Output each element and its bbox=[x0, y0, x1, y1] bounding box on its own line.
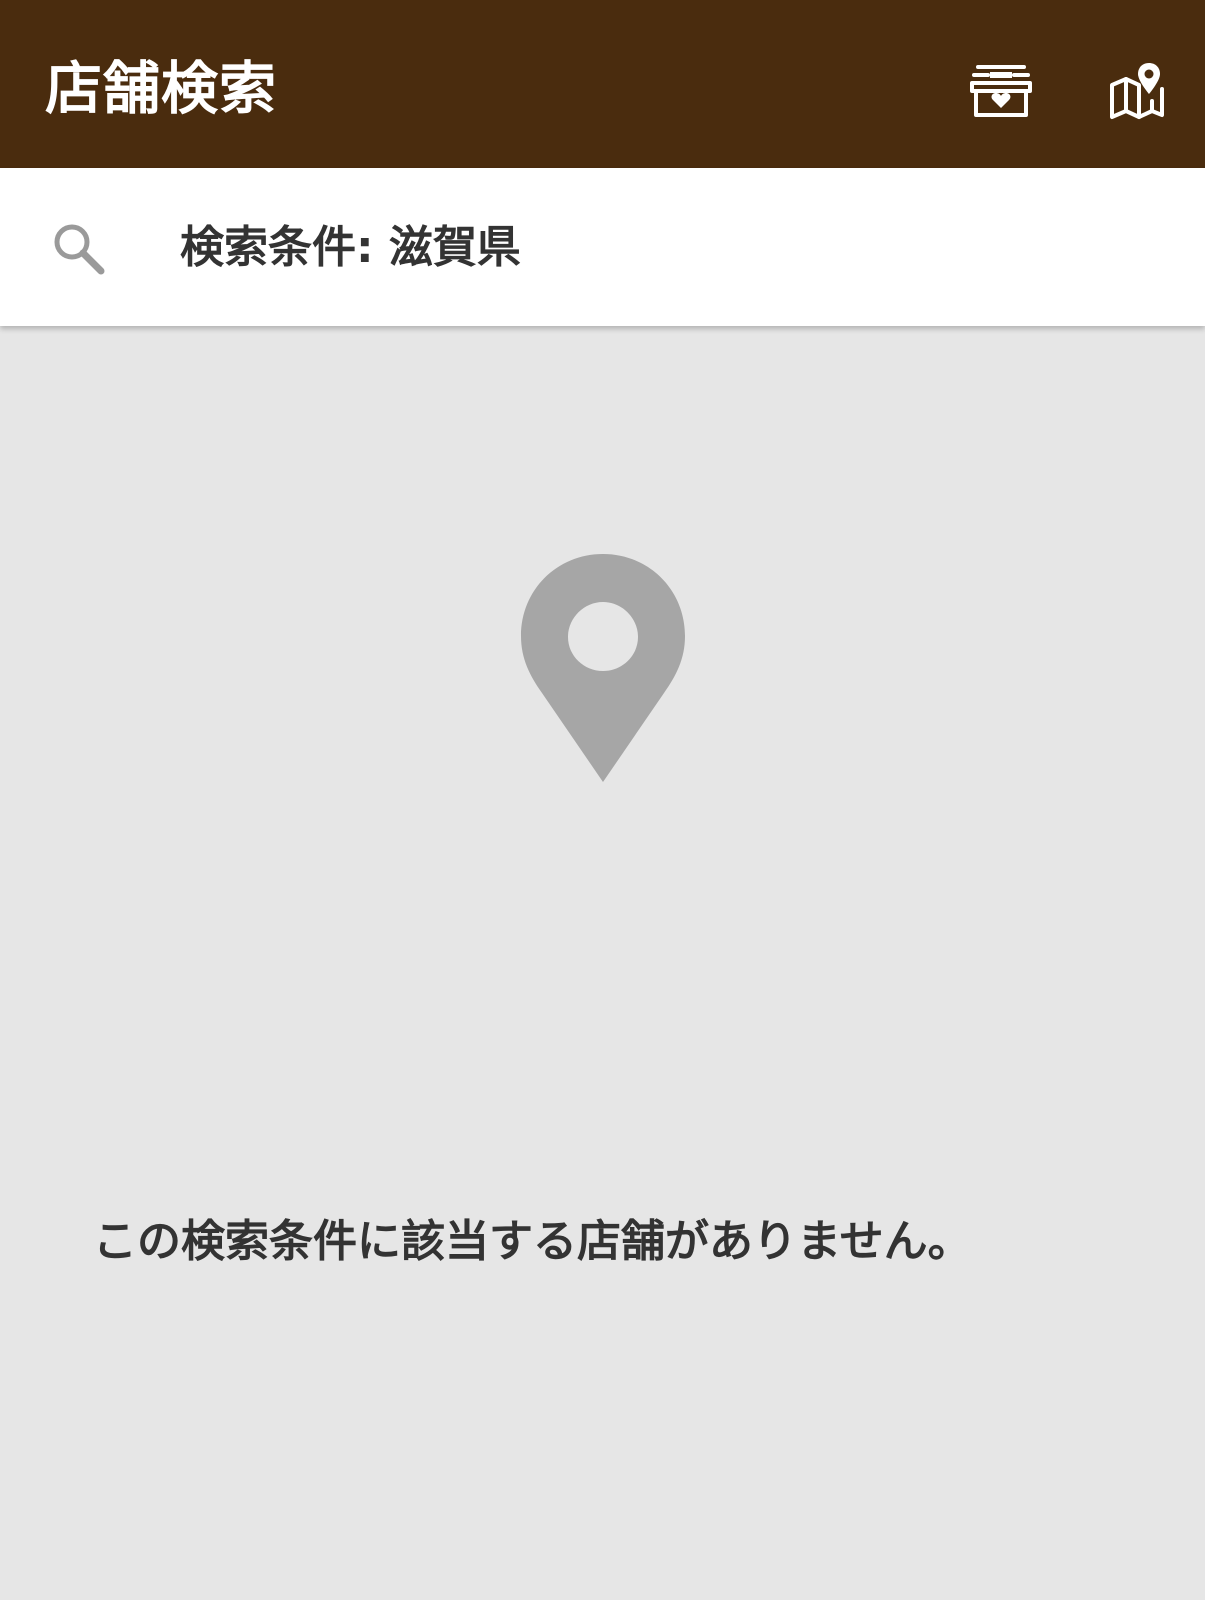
map-location-icon bbox=[1110, 63, 1164, 119]
search-button[interactable] bbox=[50, 220, 106, 276]
favorite-shop-icon bbox=[970, 65, 1032, 117]
map-pin-icon bbox=[521, 554, 685, 782]
empty-state: この検索条件に該当する店舗がありません。 bbox=[0, 326, 1205, 1600]
search-icon bbox=[54, 224, 105, 275]
map-button[interactable] bbox=[1098, 52, 1176, 130]
search-condition-bar[interactable]: 検索条件: 滋賀県 bbox=[0, 168, 1205, 326]
empty-state-message: この検索条件に該当する店舗がありません。 bbox=[93, 1216, 972, 1267]
favorite-shop-button[interactable] bbox=[962, 52, 1040, 130]
app-bar: 店舗検索 bbox=[0, 0, 1205, 168]
search-condition-text: 検索条件: 滋賀県 bbox=[180, 222, 521, 273]
page-title: 店舗検索 bbox=[45, 56, 277, 122]
empty-state-pin bbox=[518, 552, 688, 784]
